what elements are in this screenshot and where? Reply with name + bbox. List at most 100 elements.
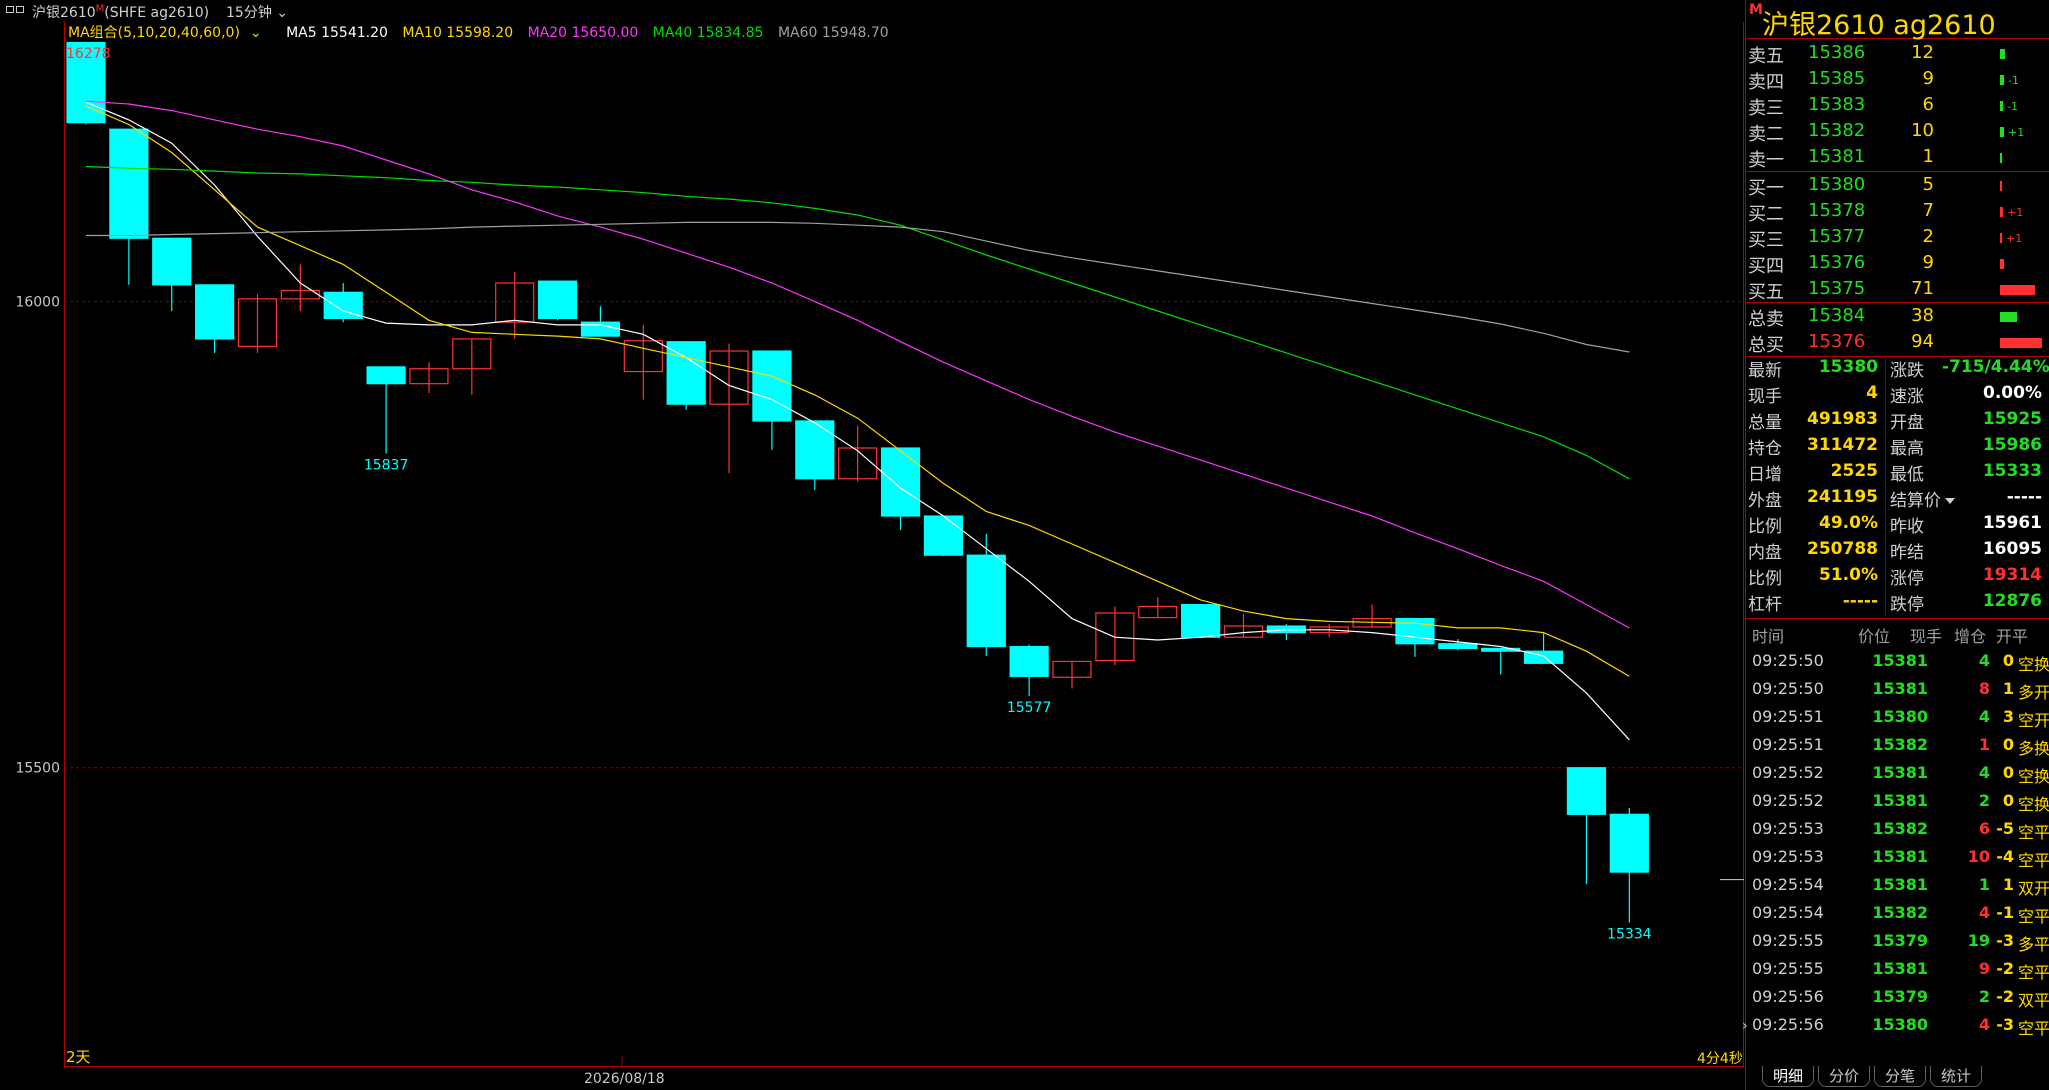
tick-type: 多开 [2018, 683, 2049, 702]
bid-volume: 7 [1922, 200, 1934, 221]
bid-row[interactable]: 买四 15376 9 [1746, 250, 2049, 277]
tick-type: 空换 [2018, 655, 2049, 674]
ask-label: 卖三 [1748, 98, 1784, 119]
tick-price: 15379 [1872, 931, 1928, 950]
tick-volume: 2 [1978, 987, 1990, 1006]
stat-value: ----- [1842, 591, 1878, 611]
order-totals: 总卖 15384 38 总买 15376 94 [1746, 303, 2049, 356]
ask-label: 卖一 [1748, 150, 1784, 171]
quote-panel-header: M 沪银2610 ag2610 [1746, 0, 2049, 42]
tick-volume: 9 [1978, 959, 1990, 978]
candlestick-chart[interactable]: 16000 15500 16278 15837 15577 15334 [0, 0, 1744, 1090]
ma-line-ma60 [86, 221, 1630, 353]
stat-value: 19314 [1982, 565, 2042, 585]
stat-label: 昨收 [1890, 517, 1924, 537]
tick-price: 15381 [1872, 959, 1928, 978]
ask-price: 15381 [1808, 146, 1866, 167]
ask-volume-bar [2000, 153, 2002, 163]
tick-time: 09:25:50 [1752, 651, 1824, 670]
tick-volume: 8 [1978, 679, 1990, 698]
stat-value: ----- [2006, 487, 2042, 507]
stat-value: 49.0% [1819, 513, 1878, 533]
bid-label: 买一 [1748, 178, 1784, 199]
ask-volume-bar [2000, 49, 2005, 59]
tick-list[interactable]: 时间 价位 现手 增仓 开平 09:25:50 15381 4 0 空换 09:25:50… [1746, 620, 2049, 1038]
tick-oi-change: 0 [2002, 791, 2014, 810]
day-range-label: 2天 [66, 1048, 91, 1066]
bid-volume-bar [2000, 181, 2002, 191]
total-volume-bar [2000, 338, 2042, 348]
tick-row[interactable]: 09:25:51 15382 1 0 多换 [1746, 730, 2049, 758]
stat-label: 比例 [1748, 517, 1782, 537]
tick-volume: 4 [1978, 651, 1990, 670]
tick-type: 空平 [2018, 1019, 2049, 1038]
tick-type: 空平 [2018, 907, 2049, 926]
quote-title[interactable]: 沪银2610 ag2610 [1762, 3, 1996, 42]
tick-row[interactable]: 09:25:50 15381 8 1 多开 [1746, 674, 2049, 702]
tick-oi-change: 1 [2002, 679, 2014, 698]
col-vol: 现手 [1910, 627, 1943, 646]
tick-row[interactable]: 09:25:53 15381 10 -4 空平 [1746, 842, 2049, 870]
bid-book: 买一 15380 5 买二 15378 7 +1 买三 15377 2 +1 买四 15376 9 买五 15… [1746, 172, 2049, 303]
ask-row[interactable]: 卖一 15381 1 [1746, 144, 2049, 171]
stat-label: 涨跌 [1890, 361, 1924, 381]
tab-3[interactable]: 统计 [1930, 1066, 1982, 1087]
candle-body [666, 341, 706, 405]
bid-row[interactable]: 买五 15375 71 [1746, 276, 2049, 303]
bid-volume: 2 [1922, 226, 1934, 247]
tick-volume: 1 [1978, 735, 1990, 754]
bid-row[interactable]: 买三 15377 2 +1 [1746, 224, 2049, 251]
bid-row[interactable]: 买二 15378 7 +1 [1746, 198, 2049, 225]
tick-row[interactable]: 09:25:52 15381 2 0 空换 [1746, 786, 2049, 814]
stat-label: 昨结 [1890, 543, 1924, 563]
tab-1[interactable]: 分价 [1818, 1066, 1870, 1087]
tick-time: 09:25:55 [1752, 931, 1824, 950]
tab-0[interactable]: 明细 [1762, 1066, 1814, 1087]
bid-volume-bar [2000, 285, 2035, 295]
candle-body [1181, 603, 1221, 638]
tab-2[interactable]: 分笔 [1874, 1066, 1926, 1087]
quote-panel: M 沪银2610 ag2610 卖五 15386 12 卖四 15385 9 -1 卖三 153… [1745, 0, 2049, 1090]
tick-volume: 4 [1978, 763, 1990, 782]
tick-row[interactable]: 09:25:52 15381 4 0 空换 [1746, 758, 2049, 786]
bid-price: 15380 [1808, 174, 1866, 195]
y-tick-label: 15500 [15, 761, 60, 777]
tick-price: 15382 [1872, 903, 1928, 922]
tick-row[interactable]: 09:25:53 15382 6 -5 空平 [1746, 814, 2049, 842]
tick-type: 空平 [2018, 823, 2049, 842]
ask-row[interactable]: 卖五 15386 12 [1746, 40, 2049, 67]
stat-value: 51.0% [1819, 565, 1878, 585]
total-row[interactable]: 总买 15376 94 [1746, 329, 2049, 356]
bid-volume: 5 [1922, 174, 1934, 195]
ask-row[interactable]: 卖四 15385 9 -1 [1746, 66, 2049, 93]
bid-row[interactable]: 买一 15380 5 [1746, 172, 2049, 199]
tick-oi-change: 1 [2002, 875, 2014, 894]
tick-type: 多平 [2018, 935, 2049, 954]
tick-row[interactable]: 09:25:50 15381 4 0 空换 [1746, 646, 2049, 674]
tick-time: 09:25:56 [1752, 1015, 1824, 1034]
stat-row: 比例 49.0% 昨收 15961 [1746, 510, 2049, 537]
tick-volume: 6 [1978, 819, 1990, 838]
ask-volume: 9 [1922, 68, 1934, 89]
tick-row[interactable]: 09:25:54 15382 4 -1 空平 [1746, 898, 2049, 926]
tick-oi-change: -2 [1996, 959, 2014, 978]
ask-row[interactable]: 卖二 15382 10 +1 [1746, 118, 2049, 145]
tick-row[interactable]: 09:25:55 15379 19 -3 多平 [1746, 926, 2049, 954]
ask-change: -1 [2008, 74, 2019, 87]
tick-row[interactable]: 09:25:54 15381 1 1 双开 [1746, 870, 2049, 898]
tick-row[interactable]: 09:25:56 15380 4 -3 空平 [1746, 1010, 2049, 1038]
tick-time: 09:25:52 [1752, 791, 1824, 810]
tick-time: 09:25:51 [1752, 735, 1824, 754]
total-row[interactable]: 总卖 15384 38 [1746, 303, 2049, 330]
stat-value: 12876 [1982, 591, 2042, 611]
stat-value: 4 [1866, 383, 1878, 403]
tick-row[interactable]: 09:25:56 15379 2 -2 双平 [1746, 982, 2049, 1010]
tick-oi-change: -5 [1996, 819, 2014, 838]
candle-body [152, 237, 192, 286]
candle-body [795, 420, 835, 480]
tick-price: 15381 [1872, 791, 1928, 810]
tick-row[interactable]: 09:25:55 15381 9 -2 空平 [1746, 954, 2049, 982]
stat-value: 15333 [1982, 461, 2042, 481]
ask-row[interactable]: 卖三 15383 6 -1 [1746, 92, 2049, 119]
tick-row[interactable]: 09:25:51 15380 4 3 空开 [1746, 702, 2049, 730]
